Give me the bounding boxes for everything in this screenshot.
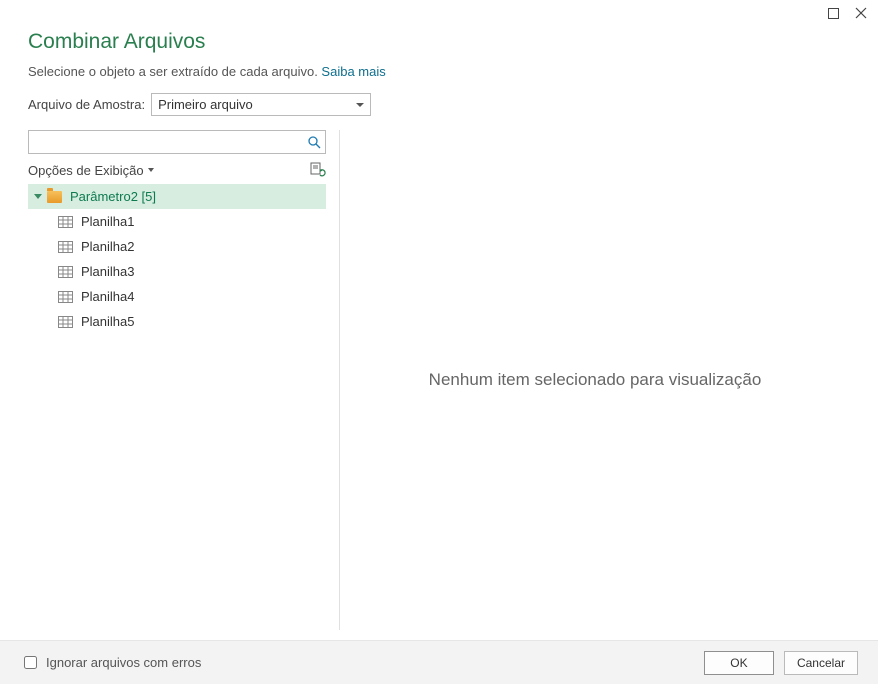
- display-options-label: Opções de Exibição: [28, 163, 144, 178]
- search-input[interactable]: [33, 135, 307, 150]
- cancel-button[interactable]: Cancelar: [784, 651, 858, 675]
- decorative-edge: [0, 684, 878, 698]
- tree-sheet-node[interactable]: Planilha3: [28, 259, 326, 284]
- sample-file-label: Arquivo de Amostra:: [28, 97, 145, 112]
- sample-file-selected: Primeiro arquivo: [158, 97, 253, 112]
- refresh-button[interactable]: [310, 162, 326, 178]
- worksheet-icon: [58, 291, 73, 303]
- sample-file-dropdown[interactable]: Primeiro arquivo: [151, 93, 371, 116]
- skip-errors-row[interactable]: Ignorar arquivos com erros: [20, 653, 201, 672]
- tree-sheet-node[interactable]: Planilha5: [28, 309, 326, 334]
- tree-sheet-label: Planilha3: [81, 264, 135, 279]
- dialog-title: Combinar Arquivos: [28, 30, 850, 54]
- display-options-dropdown[interactable]: Opções de Exibição: [28, 163, 154, 178]
- subtitle-text: Selecione o objeto a ser extraído de cad…: [28, 64, 321, 79]
- tree-sheet-node[interactable]: Planilha2: [28, 234, 326, 259]
- skip-errors-label: Ignorar arquivos com erros: [46, 655, 201, 670]
- tree-sheet-label: Planilha4: [81, 289, 135, 304]
- worksheet-icon: [58, 316, 73, 328]
- tree-root-label: Parâmetro2 [5]: [70, 189, 156, 204]
- dialog-subtitle: Selecione o objeto a ser extraído de cad…: [28, 64, 850, 79]
- worksheet-icon: [58, 241, 73, 253]
- worksheet-icon: [58, 216, 73, 228]
- search-icon[interactable]: [307, 135, 321, 149]
- navigator-tree: Parâmetro2 [5] Planilha1 Planilha2 Planilh…: [28, 184, 326, 334]
- tree-sheet-node[interactable]: Planilha4: [28, 284, 326, 309]
- folder-icon: [47, 191, 62, 203]
- search-box[interactable]: [28, 130, 326, 154]
- learn-more-link[interactable]: Saiba mais: [321, 64, 385, 79]
- tree-sheet-label: Planilha1: [81, 214, 135, 229]
- ok-button[interactable]: OK: [704, 651, 774, 675]
- collapse-icon[interactable]: [34, 194, 42, 199]
- tree-root-node[interactable]: Parâmetro2 [5]: [28, 184, 326, 209]
- tree-sheet-label: Planilha2: [81, 239, 135, 254]
- navigator-pane: Opções de Exibição: [28, 130, 340, 630]
- tree-sheet-label: Planilha5: [81, 314, 135, 329]
- preview-pane: Nenhum item selecionado para visualizaçã…: [340, 130, 850, 630]
- worksheet-icon: [58, 266, 73, 278]
- maximize-button[interactable]: [826, 6, 840, 20]
- chevron-down-icon: [356, 103, 364, 107]
- window-controls: [826, 6, 868, 20]
- close-button[interactable]: [854, 6, 868, 20]
- skip-errors-checkbox[interactable]: [24, 656, 37, 669]
- chevron-down-icon: [148, 168, 154, 172]
- preview-empty-message: Nenhum item selecionado para visualizaçã…: [429, 370, 762, 390]
- tree-sheet-node[interactable]: Planilha1: [28, 209, 326, 234]
- dialog-footer: Ignorar arquivos com erros OK Cancelar: [0, 640, 878, 684]
